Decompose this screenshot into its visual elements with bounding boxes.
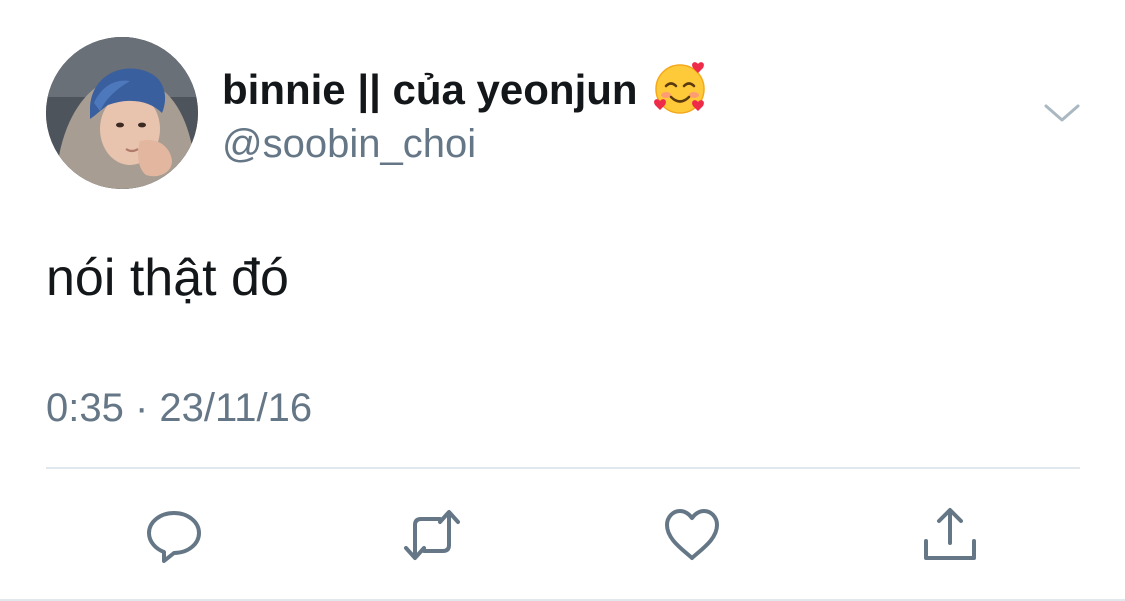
tweet-text: nói thật đó [46,249,289,307]
smiling-face-with-hearts-icon [652,60,708,116]
share-icon [924,508,976,560]
divider [46,467,1080,469]
tweet-card: binnie || của yeonjun @soobin_choi nói t… [0,0,1125,601]
heart-icon [665,509,719,560]
display-name-text: binnie || của yeonjun [222,66,638,113]
retweet-icon [404,510,460,560]
avatar-image [46,37,198,189]
user-handle[interactable]: @soobin_choi [222,120,476,168]
display-name[interactable]: binnie || của yeonjun [222,62,708,118]
like-button[interactable] [662,505,722,565]
tweet-timestamp[interactable]: 0:35 · 23/11/16 [46,384,312,432]
retweet-button[interactable] [402,505,462,565]
reply-icon [147,511,201,563]
avatar[interactable] [46,37,198,189]
share-button[interactable] [920,505,980,565]
chevron-down-icon[interactable] [1040,98,1084,126]
reply-button[interactable] [144,505,204,565]
